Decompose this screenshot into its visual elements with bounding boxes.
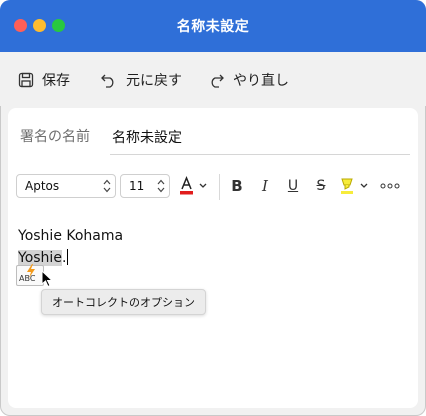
bold-button[interactable]: B	[228, 174, 246, 198]
font-size-value: 11	[129, 179, 145, 193]
autocorrect-abc-text: ABC	[19, 274, 36, 283]
format-toolbar: Aptos 11 B I U S	[8, 174, 418, 200]
signature-body-line1[interactable]: Yoshie Kohama	[18, 228, 123, 244]
signature-editor-card: 署名の名前 Aptos 11	[8, 108, 418, 408]
signature-name-label: 署名の名前	[20, 129, 90, 145]
autocorrected-text: Yoshie	[18, 250, 62, 266]
undo-icon	[101, 74, 114, 88]
more-options-button[interactable]	[380, 174, 400, 198]
save-label: 保存	[42, 73, 70, 89]
autocorrect-options-button[interactable]: ABC	[16, 264, 44, 286]
stepper-arrows-icon	[103, 179, 111, 193]
autocorrect-tooltip: オートコレクトのオプション	[41, 289, 206, 315]
font-name-value: Aptos	[25, 179, 60, 193]
redo-label: やり直し	[233, 73, 289, 89]
undo-button[interactable]: 元に戻す	[100, 69, 182, 91]
font-name-select[interactable]: Aptos	[16, 174, 116, 198]
save-icon	[18, 72, 34, 88]
highlight-button[interactable]	[338, 174, 372, 198]
body-text-rest: .	[61, 250, 67, 266]
strikethrough-icon: S	[316, 178, 326, 194]
stepper-arrows-icon	[157, 179, 165, 193]
redo-icon	[211, 74, 224, 88]
signature-name-field[interactable]	[110, 120, 410, 155]
mouse-pointer-icon	[41, 270, 54, 288]
font-color-icon	[180, 176, 207, 195]
highlighter-icon	[341, 178, 368, 194]
bold-icon: B	[231, 177, 243, 195]
save-button[interactable]: 保存	[18, 69, 70, 91]
window-title: 名称未設定	[176, 19, 250, 35]
title-bar: 名称未設定	[0, 0, 426, 52]
text-caret	[67, 249, 69, 265]
redo-button[interactable]: やり直し	[207, 69, 289, 91]
strikethrough-button[interactable]: S	[312, 174, 330, 198]
italic-button[interactable]: I	[256, 174, 274, 198]
more-icon	[380, 183, 400, 189]
signature-window: 名称未設定 保存 元に戻す やり直し 署名の名前 名称未設定 Aptos 11 …	[0, 0, 426, 416]
italic-icon: I	[262, 177, 268, 195]
underline-button[interactable]: U	[284, 174, 302, 198]
toolbar-divider	[219, 174, 220, 200]
undo-label: 元に戻す	[126, 73, 182, 89]
font-color-button[interactable]	[178, 174, 212, 198]
font-size-select[interactable]: 11	[120, 174, 170, 198]
toolbar: 保存 元に戻す やり直し	[0, 52, 426, 106]
underline-icon: U	[287, 178, 299, 194]
